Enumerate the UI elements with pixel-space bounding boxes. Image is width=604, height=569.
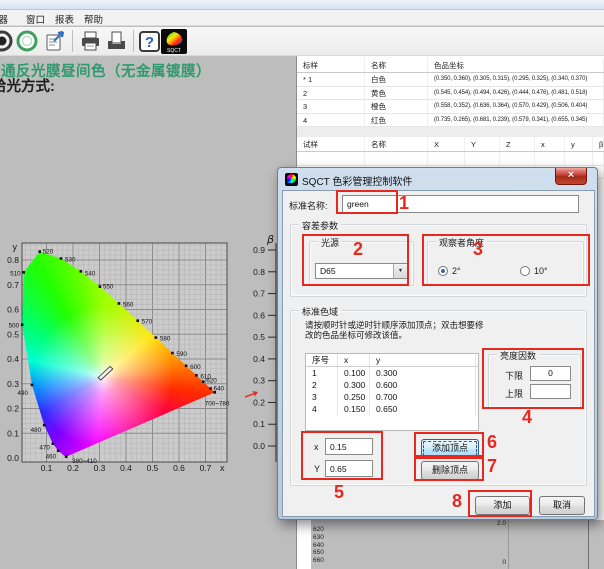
vertex-row[interactable]: 30.2500.700 (306, 391, 478, 403)
menu-item-window[interactable]: 窗口 (26, 12, 45, 26)
annotation-box-5 (301, 431, 383, 480)
target-icon[interactable] (0, 29, 15, 54)
print-icon[interactable] (78, 29, 103, 54)
spectral-value-bottom: 0 (486, 559, 506, 566)
annotation-number-6: 6 (487, 432, 497, 453)
cancel-button[interactable]: 取消 (539, 496, 585, 515)
table-gap (297, 127, 604, 137)
svg-text:?: ? (145, 34, 154, 51)
print-preview-icon[interactable] (104, 29, 129, 54)
circle-icon[interactable] (15, 29, 40, 54)
table-row[interactable]: 2黄色(0.545, 0.454), (0.494, 0.426), (0.44… (297, 87, 604, 101)
wavelength-value: 660 (313, 557, 324, 564)
vertex-row[interactable]: 40.1500.650 (306, 403, 478, 415)
annotation-number-3: 3 (473, 239, 483, 260)
annotation-number-8: 8 (452, 491, 462, 512)
annotation-box-1 (336, 190, 398, 214)
spectral-value-top: 2.0 (486, 520, 506, 527)
table-row[interactable]: 3橙色(0.558, 0.352), (0.636, 0.364), (0.57… (297, 100, 604, 114)
vertex-row[interactable]: 20.3000.600 (306, 379, 478, 391)
annotation-box-8 (468, 490, 532, 517)
annotation-box-7 (414, 455, 484, 481)
tolerance-group-label: 容差参数 (299, 219, 341, 232)
gamut-group-label: 标准色域 (299, 305, 341, 318)
wavelength-value: 630 (313, 534, 324, 541)
annotation-box-3 (422, 234, 590, 286)
table-column-line (508, 520, 509, 569)
toolbar-separator (72, 30, 73, 52)
dialog-title: SQCT 色彩管理控制软件 (302, 173, 412, 188)
toolbar-separator (133, 30, 134, 52)
annotation-box-4 (482, 348, 584, 409)
wavelength-value: 650 (313, 549, 324, 556)
spectral-table-fragment (311, 520, 604, 569)
toolbar: ? SQCT (0, 27, 604, 56)
vertex-table[interactable]: 序号xy10.1000.30020.3000.60030.2500.70040.… (305, 353, 479, 431)
page-subtitle: 给光方式: (0, 75, 55, 96)
instruction-line2: 改的色品坐标可修改该值。 (305, 331, 407, 341)
table-row[interactable]: 4红色(0.735, 0.265), (0.681, 0.239), (0.57… (297, 114, 604, 128)
table-header: 试样名称XYZxyβ (297, 137, 604, 152)
table-column-line (588, 520, 589, 569)
svg-text:SQCT: SQCT (167, 48, 181, 54)
menu-item-report[interactable]: 报表 (55, 12, 74, 26)
table-row[interactable]: * 1白色(0.350, 0.360), (0.305, 0.315), (0.… (297, 73, 604, 87)
menu-item-help[interactable]: 帮助 (84, 12, 103, 26)
standards-table: 标样名称色品坐标* 1白色(0.350, 0.360), (0.305, 0.3… (297, 58, 604, 127)
annotation-number-5: 5 (334, 482, 344, 503)
annotation-number-1: 1 (399, 193, 409, 214)
help-icon[interactable]: ? (137, 29, 162, 54)
wavelength-value: 640 (313, 542, 324, 549)
vertex-table-header: 序号xy (306, 354, 478, 367)
annotation-number-2: 2 (353, 239, 363, 260)
app-window: 仪器 窗口 报表 帮助 ? SQCT 普通反光膜昼间色（无金属镀膜） 给光方式:… (0, 0, 604, 569)
vertex-row[interactable]: 10.1000.300 (306, 367, 478, 379)
annotation-number-7: 7 (487, 456, 497, 477)
menu-item-instrument[interactable]: 仪器 (0, 12, 8, 26)
window-titlebar[interactable] (0, 0, 604, 10)
wavelength-value: 620 (313, 526, 324, 533)
standard-name-label: 标准名称: (289, 199, 328, 212)
close-icon[interactable]: × (555, 168, 587, 185)
annotation-number-4: 4 (522, 407, 532, 428)
sqct-dialog-icon (285, 173, 298, 186)
sqct-icon[interactable]: SQCT (161, 29, 187, 54)
table-header: 标样名称色品坐标 (297, 58, 604, 73)
dialog-titlebar[interactable]: SQCT 色彩管理控制软件 × (278, 168, 597, 190)
menubar: 仪器 窗口 报表 帮助 (0, 10, 604, 26)
table-row[interactable] (297, 152, 604, 166)
report-export-icon[interactable] (43, 29, 68, 54)
